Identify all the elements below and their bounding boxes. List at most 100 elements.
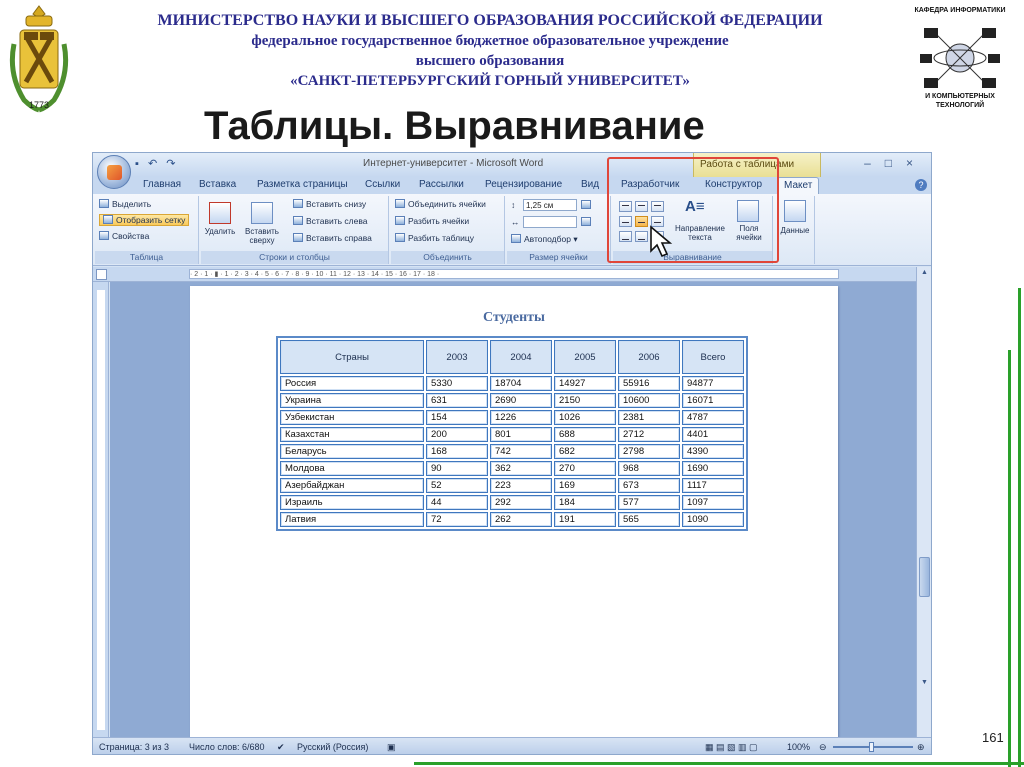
table-cell[interactable]: Казахстан (280, 427, 424, 442)
distribute-columns-icon[interactable] (581, 217, 594, 227)
tab-review[interactable]: Рецензирование (485, 179, 562, 190)
table-cell[interactable]: 1097 (682, 495, 744, 510)
spellcheck-icon[interactable]: ✔ (277, 742, 285, 753)
table-cell[interactable]: 191 (554, 512, 616, 527)
table-cell[interactable]: 4390 (682, 444, 744, 459)
insert-below-button[interactable]: Вставить снизу (293, 199, 366, 209)
table-cell[interactable]: Молдова (280, 461, 424, 476)
save-icon[interactable]: ▪ (135, 158, 139, 170)
table-cell[interactable]: 2150 (554, 393, 616, 408)
table-cell[interactable]: Россия (280, 376, 424, 391)
table-cell[interactable]: Беларусь (280, 444, 424, 459)
table-cell[interactable]: 2381 (618, 410, 680, 425)
text-direction-icon[interactable]: A≡ (685, 198, 705, 215)
table-header-cell[interactable]: 2004 (490, 340, 552, 374)
table-cell[interactable]: 94877 (682, 376, 744, 391)
table-cell[interactable]: Узбекистан (280, 410, 424, 425)
tab-home[interactable]: Главная (143, 179, 181, 190)
distribute-rows-icon[interactable] (581, 200, 594, 210)
table-cell[interactable]: 2712 (618, 427, 680, 442)
align-center-button[interactable] (635, 216, 648, 227)
table-cell[interactable]: 223 (490, 478, 552, 493)
table-cell[interactable]: 90 (426, 461, 488, 476)
status-language[interactable]: Русский (Россия) (297, 742, 368, 752)
table-cell[interactable]: 2798 (618, 444, 680, 459)
table-cell[interactable]: 1226 (490, 410, 552, 425)
table-cell[interactable]: 968 (618, 461, 680, 476)
table-cell[interactable]: 577 (618, 495, 680, 510)
align-middle-left-button[interactable] (619, 216, 632, 227)
zoom-slider-handle[interactable] (869, 742, 874, 752)
table-cell[interactable]: 2690 (490, 393, 552, 408)
help-icon[interactable]: ? (915, 179, 927, 191)
table-header-cell[interactable]: 2003 (426, 340, 488, 374)
properties-button[interactable]: Свойства (99, 231, 149, 241)
table-cell[interactable]: 362 (490, 461, 552, 476)
tab-page-layout[interactable]: Разметка страницы (257, 179, 348, 190)
table-header-cell[interactable]: 2006 (618, 340, 680, 374)
table-header-cell[interactable]: 2005 (554, 340, 616, 374)
scroll-up-icon[interactable]: ▲ (920, 269, 929, 278)
delete-icon[interactable] (209, 202, 231, 224)
scroll-thumb[interactable] (919, 557, 930, 597)
data-icon[interactable] (784, 200, 806, 222)
table-header-cell[interactable]: Всего (682, 340, 744, 374)
table-cell[interactable]: 10600 (618, 393, 680, 408)
tab-developer[interactable]: Разработчик (621, 179, 679, 190)
table-cell[interactable]: 682 (554, 444, 616, 459)
cell-margins-icon[interactable] (737, 200, 759, 222)
align-top-center-button[interactable] (635, 201, 648, 212)
tab-mailings[interactable]: Рассылки (419, 179, 464, 190)
align-bottom-left-button[interactable] (619, 231, 632, 242)
table-cell[interactable]: Азербайджан (280, 478, 424, 493)
table-cell[interactable]: 154 (426, 410, 488, 425)
redo-icon[interactable]: ↷ (166, 158, 175, 170)
table-cell[interactable]: 184 (554, 495, 616, 510)
table-cell[interactable]: 169 (554, 478, 616, 493)
select-button[interactable]: Выделить (99, 199, 151, 209)
tab-references[interactable]: Ссылки (365, 179, 400, 190)
insert-above-icon[interactable] (251, 202, 273, 224)
table-cell[interactable]: 16071 (682, 393, 744, 408)
tab-design[interactable]: Конструктор (705, 179, 762, 190)
table-cell[interactable]: Латвия (280, 512, 424, 527)
table-cell[interactable]: 72 (426, 512, 488, 527)
table-cell[interactable]: 55916 (618, 376, 680, 391)
align-top-left-button[interactable] (619, 201, 632, 212)
table-cell[interactable]: 1090 (682, 512, 744, 527)
table-cell[interactable]: 168 (426, 444, 488, 459)
tab-view[interactable]: Вид (581, 179, 599, 190)
table-cell[interactable]: 270 (554, 461, 616, 476)
table-cell[interactable]: 742 (490, 444, 552, 459)
insert-right-button[interactable]: Вставить справа (293, 233, 372, 243)
zoom-in-icon[interactable]: ⊕ (917, 742, 925, 753)
split-cells-button[interactable]: Разбить ячейки (395, 216, 469, 226)
zoom-out-icon[interactable]: ⊖ (819, 742, 827, 753)
table-cell[interactable]: 801 (490, 427, 552, 442)
table-cell[interactable]: 1117 (682, 478, 744, 493)
office-button[interactable] (97, 155, 131, 189)
merge-cells-button[interactable]: Объединить ячейки (395, 199, 486, 209)
table-cell[interactable]: 4787 (682, 410, 744, 425)
autofit-button[interactable]: Автоподбор ▾ (511, 234, 578, 245)
table-cell[interactable]: 14927 (554, 376, 616, 391)
table-cell[interactable]: 5330 (426, 376, 488, 391)
table-cell[interactable]: 18704 (490, 376, 552, 391)
table-cell[interactable]: 52 (426, 478, 488, 493)
tab-insert[interactable]: Вставка (199, 179, 236, 190)
tab-selector-icon[interactable] (96, 269, 107, 280)
table-cell[interactable]: 1026 (554, 410, 616, 425)
table-cell[interactable]: 44 (426, 495, 488, 510)
macro-record-icon[interactable]: ▣ (387, 742, 396, 753)
table-header-cell[interactable]: Страны (280, 340, 424, 374)
view-buttons[interactable]: ▦ ▤ ▧ ▥ ▢ (705, 742, 758, 753)
table-cell[interactable]: 565 (618, 512, 680, 527)
table-cell[interactable]: Украина (280, 393, 424, 408)
table-cell[interactable]: 631 (426, 393, 488, 408)
table-cell[interactable]: 1690 (682, 461, 744, 476)
split-table-button[interactable]: Разбить таблицу (395, 233, 474, 243)
document-page[interactable]: Студенты Страны 2003 2004 2005 2006 Всег… (190, 286, 838, 746)
align-bottom-center-button[interactable] (635, 231, 648, 242)
undo-icon[interactable]: ↶ (148, 158, 157, 170)
insert-left-button[interactable]: Вставить слева (293, 216, 367, 226)
